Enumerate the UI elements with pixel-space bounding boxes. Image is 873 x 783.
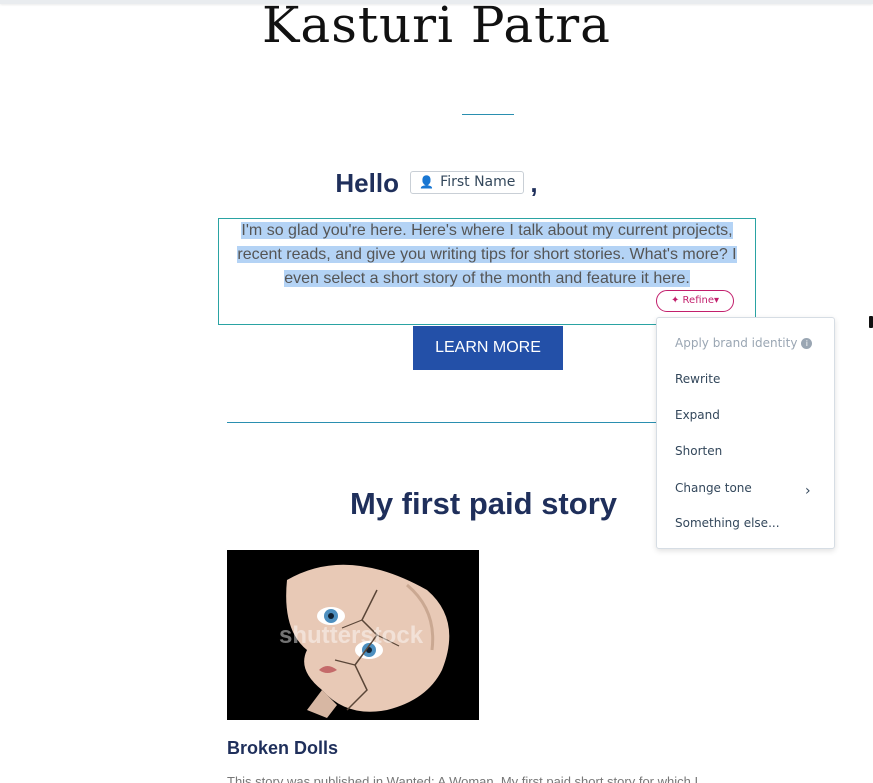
mouse-cursor-icon <box>869 316 873 328</box>
image-watermark: shutterstock <box>279 622 424 649</box>
site-brand-title: Kasturi Patra <box>262 0 611 54</box>
refine-button[interactable]: ✦ Refine▾ <box>656 290 734 312</box>
story-title[interactable]: Broken Dolls <box>227 738 338 759</box>
menu-item-shorten[interactable]: Shorten <box>675 444 722 458</box>
menu-item-change-tone[interactable]: Change tone <box>675 481 752 495</box>
menu-item-apply-brand-identity: Apply brand identity i <box>675 336 813 350</box>
divider-short <box>462 114 514 115</box>
refine-dropdown-menu: Apply brand identity i Rewrite Expand Sho… <box>656 317 835 549</box>
story-teaser: This story was published in Wanted: A Wo… <box>227 774 699 783</box>
menu-item-label: Apply brand identity <box>675 336 798 350</box>
story-image[interactable]: shutterstock <box>227 550 479 720</box>
divider-long <box>227 422 657 423</box>
menu-item-rewrite[interactable]: Rewrite <box>675 372 720 386</box>
greeting-hello: Hello <box>335 168 399 198</box>
learn-more-button[interactable]: LEARN MORE <box>413 326 563 370</box>
menu-item-expand[interactable]: Expand <box>675 408 720 422</box>
info-icon[interactable]: i <box>801 338 813 349</box>
menu-item-something-else[interactable]: Something else... <box>675 516 780 530</box>
person-icon: 👤 <box>419 174 435 189</box>
greeting-comma: , <box>530 168 538 198</box>
chevron-right-icon: › <box>805 483 811 499</box>
personalization-token[interactable]: 👤 First Name <box>410 170 525 194</box>
token-label: First Name <box>440 173 516 190</box>
greeting-heading[interactable]: Hello 👤 First Name , <box>0 168 873 199</box>
intro-paragraph[interactable]: I'm so glad you're here. Here's where I … <box>237 222 737 287</box>
